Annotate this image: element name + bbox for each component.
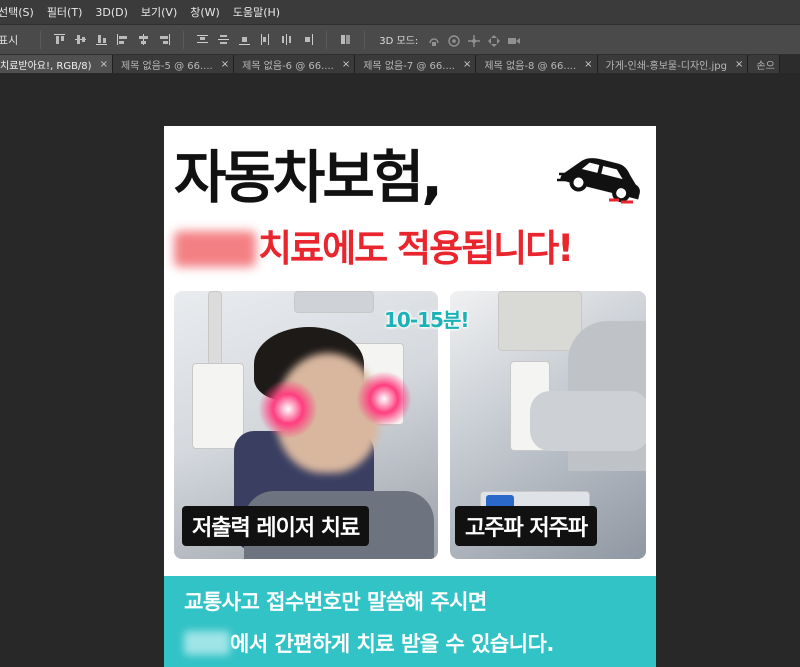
3d-rotate-icon[interactable] [427,33,441,47]
align-right-edges-icon[interactable] [158,33,171,46]
align-bottom-edges-icon[interactable] [95,33,108,46]
dental-light-arm [498,291,582,351]
menu-view[interactable]: 보기(V) [137,4,186,20]
distribute-left-icon[interactable] [259,33,272,46]
blurred-brand [174,231,256,267]
menu-bar: 선택(S) 필터(T) 3D(D) 보기(V) 창(W) 도움말(H) [0,0,800,24]
info-line-2-text: 에서 간편하게 치료 받을 수 있습니다. [230,632,554,656]
subheadline: 치료에도 적용됩니다! [174,218,574,272]
menu-select[interactable]: 선택(S) [0,4,43,20]
doc-tab[interactable]: 제목 없음-8 @ 66.... × [476,55,598,73]
align-horizontal-centers-icon[interactable] [137,33,150,46]
options-bar: 표시 3D 모드: [0,24,800,55]
show-transform-label[interactable]: 표시 [0,32,18,48]
info-line-1: 교통사고 접수번호만 말씀해 주시면 [184,590,487,614]
distribute-center-icon[interactable] [217,33,230,46]
document-tab-bar: 치료받아요!, RGB/8) × 제목 없음-5 @ 66.... × 제목 없… [0,55,800,73]
divider [326,30,328,49]
divider [183,30,185,49]
3d-slide-icon[interactable] [487,33,501,47]
align-left-edges-icon[interactable] [116,33,129,46]
doc-tab-label: 가게-인쇄-홍보물-디자인.jpg [605,60,727,72]
close-icon[interactable]: × [342,59,350,70]
align-vertical-centers-icon[interactable] [74,33,87,46]
doc-tab-label: 제목 없음-5 @ 66.... [120,60,213,72]
blurred-brand [184,631,230,655]
auto-align-layers-icon[interactable] [339,33,352,46]
doc-tab-label: 손으 [756,60,775,72]
caption-electrotherapy: 고주파 저주파 [455,506,598,546]
distribute-right-icon[interactable] [301,33,314,46]
distribute-top-icon[interactable] [196,33,209,46]
info-line-2: 에서 간편하게 치료 받을 수 있습니다. [184,628,554,658]
3d-mode-label: 3D 모드: [379,36,419,47]
laser-glow [356,371,412,427]
3d-scale-icon[interactable] [507,33,521,47]
menu-3d[interactable]: 3D(D) [91,6,137,19]
doc-tab-active[interactable]: 치료받아요!, RGB/8) × [0,55,113,73]
3d-drag-icon[interactable] [467,33,481,47]
close-icon[interactable]: × [221,59,229,70]
distribute-bottom-icon[interactable] [238,33,251,46]
doc-tab-label: 제목 없음-8 @ 66.... [484,60,577,72]
align-top-edges-icon[interactable] [53,33,66,46]
doc-tab-label: 제목 없음-6 @ 66.... [242,60,334,72]
doc-tab[interactable]: 제목 없음-5 @ 66.... × [112,55,235,73]
menu-window[interactable]: 창(W) [186,4,229,20]
doc-tab[interactable]: 제목 없음-6 @ 66.... × [234,55,356,73]
distribute-horizontal-icon[interactable] [280,33,293,46]
subheadline-text: 치료에도 적용됩니다! [258,227,574,270]
canvas-document[interactable]: 자동차보험, 치료에도 적용됩니다! 10-15분! 저출력 레이저 치료 고주… [164,126,656,667]
close-icon[interactable]: × [463,59,471,70]
menu-help[interactable]: 도움말(H) [229,4,289,20]
doc-tab[interactable]: 손으 [748,55,780,73]
duration-badge: 10-15분! [384,308,469,332]
car-icon [557,158,640,204]
laser-arm-top [294,291,374,313]
info-band: 교통사고 접수번호만 말씀해 주시면 에서 간편하게 치료 받을 수 있습니다. [164,576,656,667]
doc-tab-label: 제목 없음-7 @ 66.... [363,60,455,72]
headline: 자동차보험, [174,145,443,211]
close-icon[interactable]: × [100,59,108,70]
laser-device-left [192,363,244,449]
doc-tab-label: 치료받아요!, RGB/8) [0,60,92,72]
laser-glow [258,379,318,439]
doc-tab[interactable]: 가게-인쇄-홍보물-디자인.jpg × [597,55,749,73]
close-icon[interactable]: × [584,59,592,70]
caption-laser: 저출력 레이저 치료 [182,506,370,546]
close-icon[interactable]: × [735,59,743,70]
divider [364,30,366,49]
dental-chair [530,391,646,451]
menu-filter[interactable]: 필터(T) [43,4,92,20]
divider [40,30,42,49]
doc-tab[interactable]: 제목 없음-7 @ 66.... × [355,55,477,73]
3d-roll-icon[interactable] [447,33,461,47]
